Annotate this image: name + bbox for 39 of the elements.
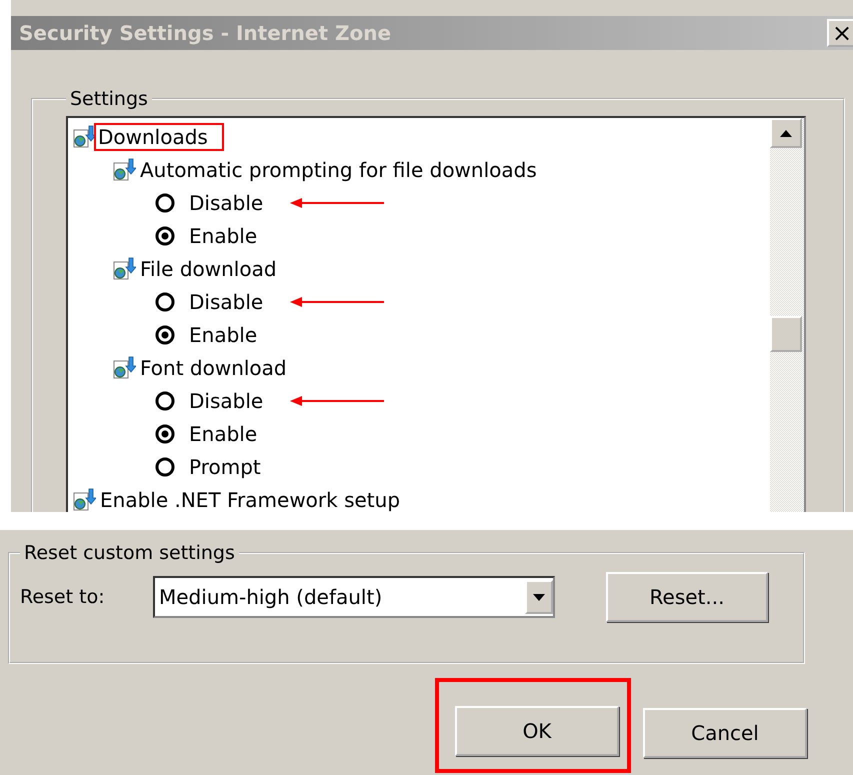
setting-label: Font download (140, 356, 287, 380)
group-title: Reset custom settings (23, 542, 236, 564)
download-folder-icon (72, 124, 96, 148)
group-title: Settings (69, 88, 149, 110)
option-label[interactable]: Disable (189, 290, 264, 314)
option-label[interactable]: Disable (189, 190, 264, 214)
reset-dropdown[interactable]: Medium-high (default) (153, 576, 555, 618)
option-label[interactable]: Prompt (189, 454, 261, 478)
option-label[interactable]: Disable (189, 388, 264, 412)
setting-icon (112, 158, 136, 182)
up-arrow-icon (780, 130, 792, 136)
dialog-button[interactable]: OK (455, 706, 619, 756)
tree-item[interactable]: Enable .NET Framework setup (100, 488, 400, 512)
radio-button[interactable] (155, 226, 175, 246)
dropdown-arrow-icon (533, 594, 545, 600)
option-label[interactable]: Enable (189, 224, 258, 248)
dialog-button[interactable]: Cancel (643, 708, 807, 758)
window-title: Security Settings - Internet Zone (19, 21, 392, 45)
option-label[interactable]: Enable (189, 322, 258, 346)
setting-icon (112, 256, 136, 280)
radio-button[interactable] (155, 324, 175, 344)
close-button[interactable]: × (827, 19, 853, 47)
tree-item[interactable]: Downloads (94, 122, 224, 150)
scrollbar[interactable] (770, 118, 804, 512)
radio-button[interactable] (155, 390, 175, 410)
option-label[interactable]: Enable (189, 422, 258, 446)
radio-button[interactable] (155, 292, 175, 312)
settings-list[interactable]: Downloads Automatic prompting for file downloads Disable Enable File download Disable Enable Font download Disable Enable Prompt Enable .NET Framework setup (66, 116, 806, 512)
scroll-thumb[interactable] (770, 316, 802, 352)
field-label: Reset to: (20, 586, 106, 608)
setting-label: Automatic prompting for file downloads (140, 158, 537, 182)
radio-button[interactable] (155, 456, 175, 476)
download-folder-icon (72, 488, 96, 512)
radio-button[interactable] (155, 192, 175, 212)
reset-button[interactable]: Reset... (606, 572, 768, 622)
radio-button[interactable] (155, 424, 175, 444)
setting-label: File download (140, 256, 277, 280)
scroll-up-button[interactable] (770, 118, 802, 148)
setting-icon (112, 356, 136, 380)
